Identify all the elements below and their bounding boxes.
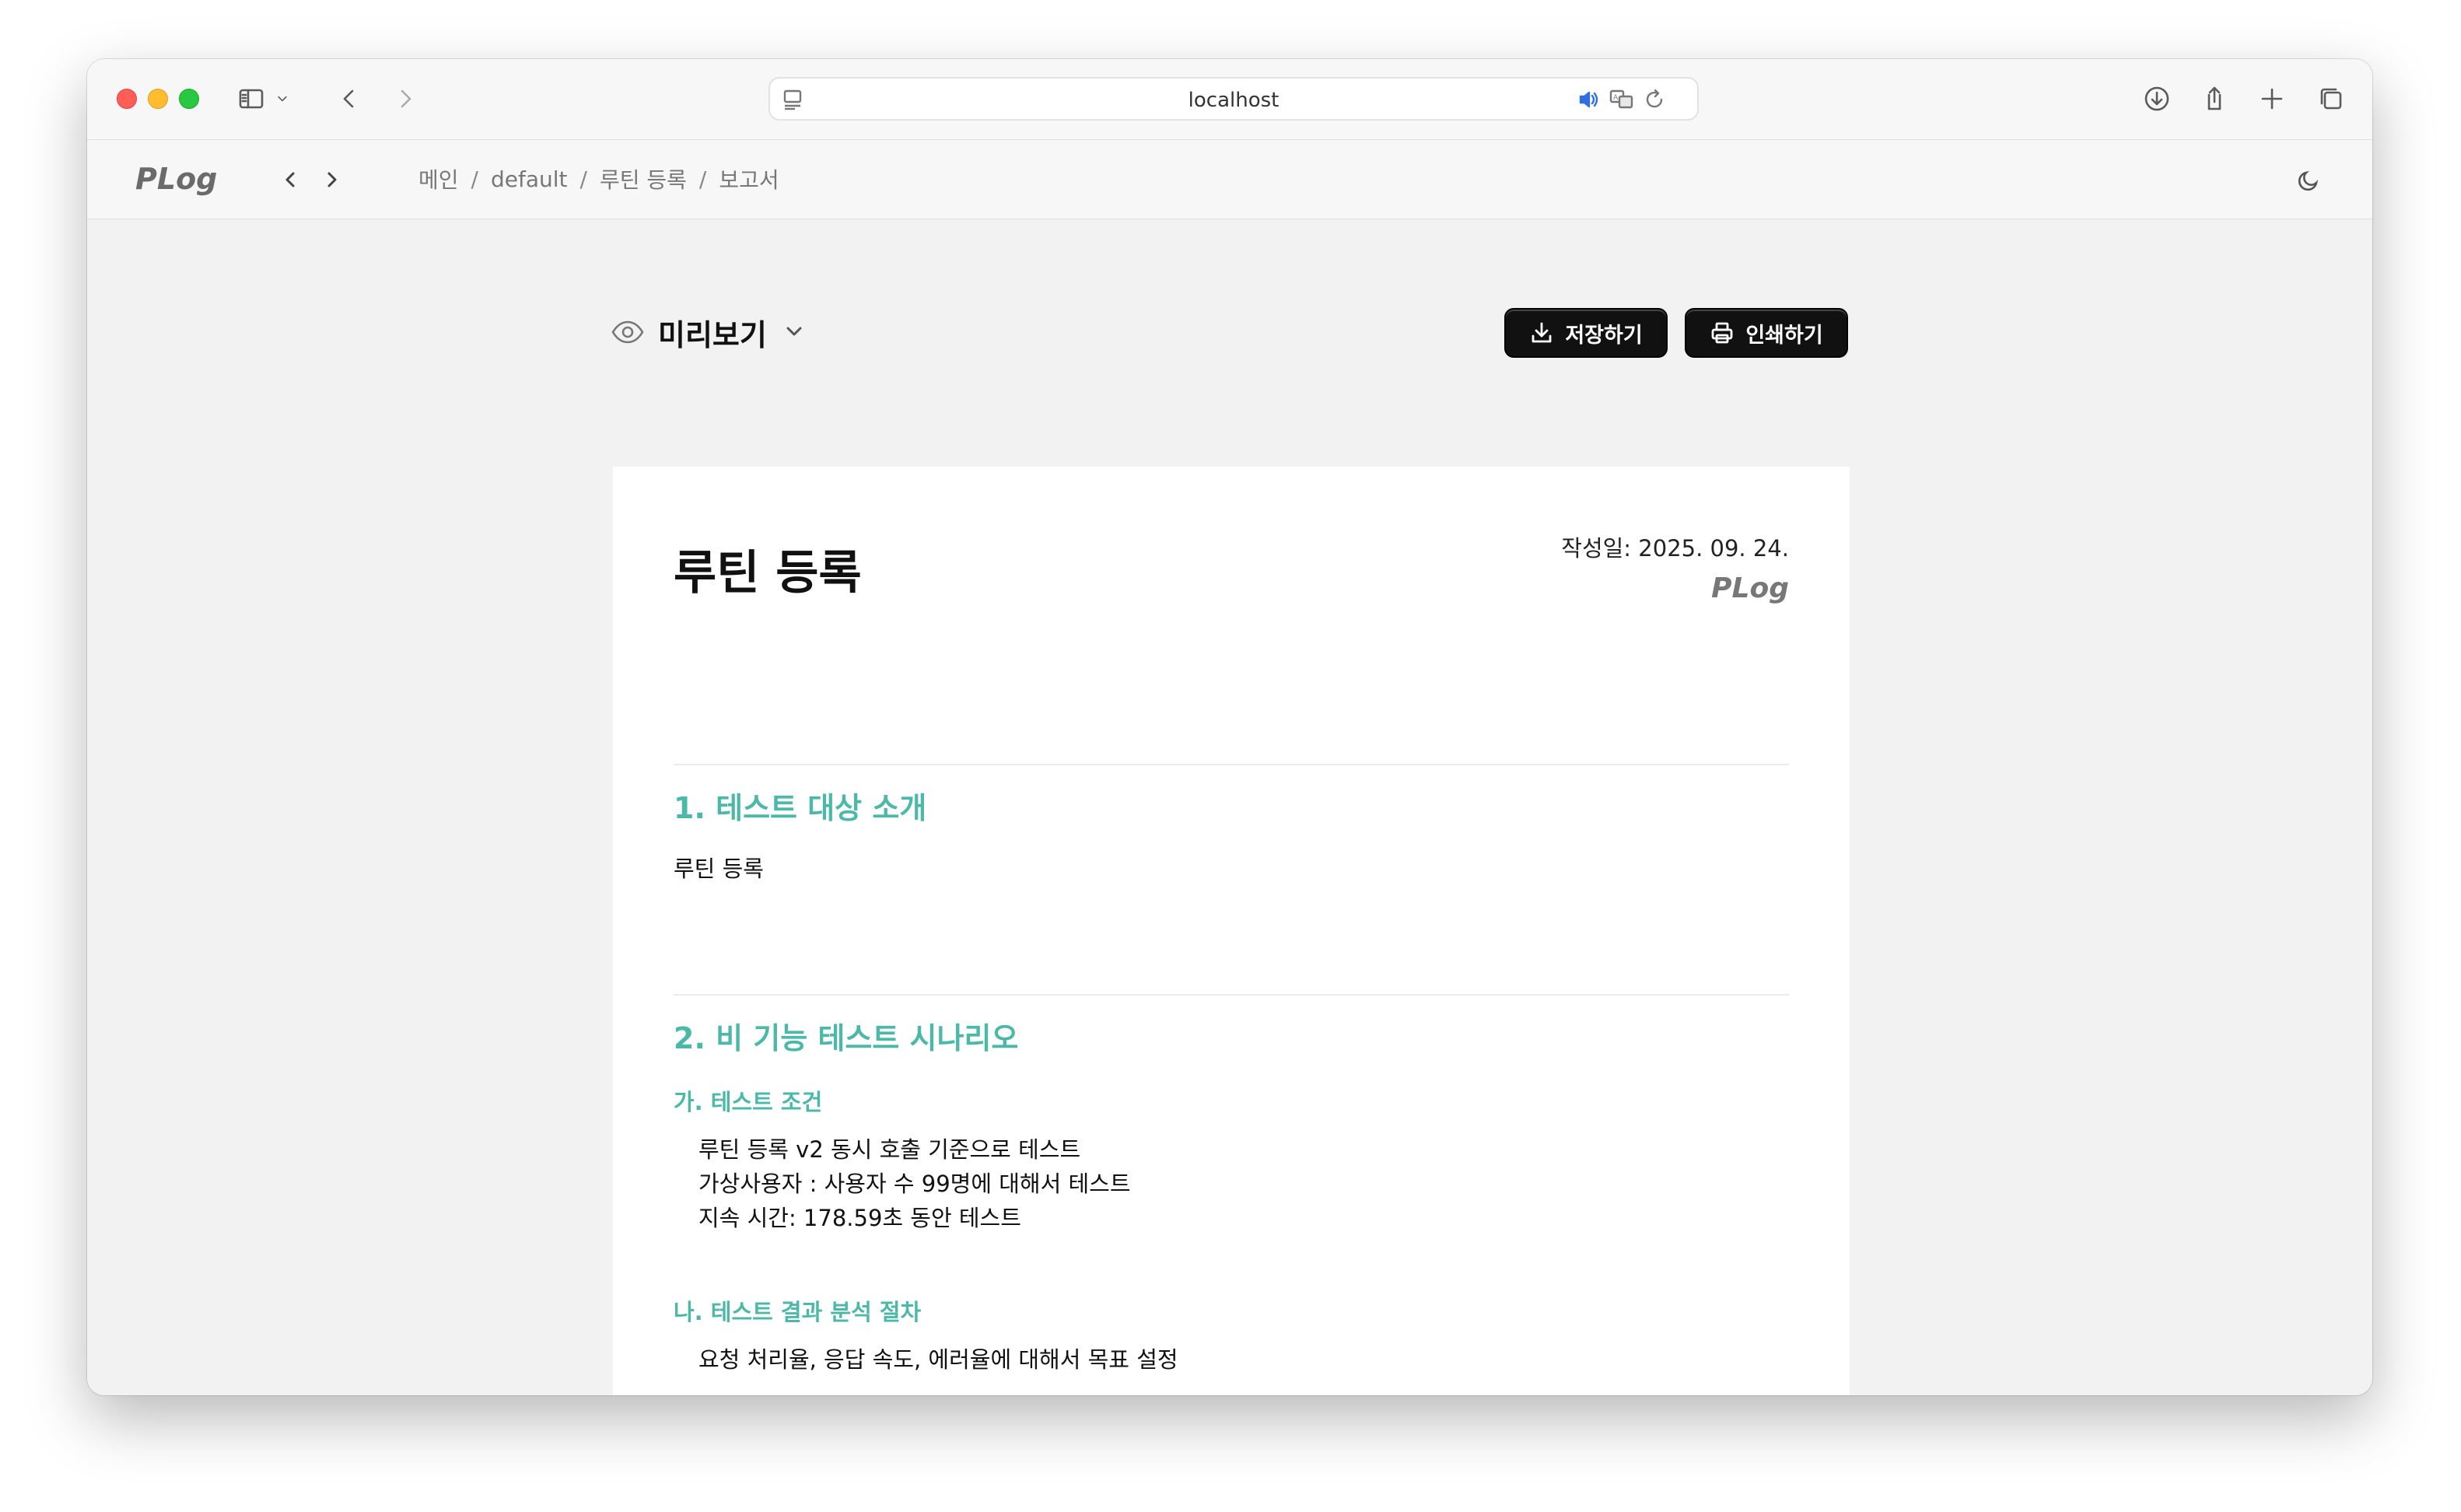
printer-icon — [1711, 322, 1733, 344]
save-button[interactable]: 저장하기 — [1504, 308, 1668, 358]
browser-toolbar: localhost A — [87, 59, 2372, 140]
section-divider — [674, 994, 1789, 996]
reload-icon[interactable] — [1641, 86, 1668, 113]
speaker-icon[interactable] — [1576, 86, 1602, 113]
nav-forward-icon[interactable] — [319, 166, 345, 193]
report-document: 루틴 등록 작성일: 2025. 09. 24. PLog 1. 테스트 대상 … — [613, 467, 1850, 1395]
list-item: 요청 처리율, 응답 속도, 에러율에 대해서 목표 설정 — [698, 1346, 1178, 1373]
list-item: 가상사용자 : 사용자 수 99명에 대해서 테스트 — [698, 1171, 1131, 1197]
preview-dropdown[interactable]: 미리보기 — [610, 311, 810, 354]
breadcrumb-separator: / — [579, 166, 587, 192]
main-content: 미리보기 저장하기 인쇄하기 루틴 등록 작성일: 2025. 09. 24. … — [87, 219, 2372, 1395]
print-button-label: 인쇄하기 — [1745, 323, 1823, 348]
preview-label: 미리보기 — [658, 318, 767, 352]
sidebar-icon[interactable] — [232, 79, 271, 118]
minimize-window-button[interactable] — [148, 89, 168, 109]
share-icon[interactable] — [2195, 79, 2234, 118]
breadcrumb-separator: / — [471, 166, 478, 192]
breadcrumb-separator: / — [698, 166, 707, 192]
report-date: 작성일: 2025. 09. 24. — [1561, 535, 1789, 562]
back-icon[interactable] — [330, 79, 369, 118]
analysis-list: 요청 처리율, 응답 속도, 에러율에 대해서 목표 설정 — [698, 1342, 1178, 1377]
eye-icon — [610, 314, 647, 352]
chevron-down-icon[interactable] — [271, 79, 294, 118]
section-title-1: 1. 테스트 대상 소개 — [674, 791, 927, 825]
subsection-title-conditions: 가. 테스트 조건 — [674, 1089, 823, 1115]
chevron-down-icon — [781, 318, 810, 348]
conditions-list: 루틴 등록 v2 동시 호출 기준으로 테스트 가상사용자 : 사용자 수 99… — [698, 1132, 1131, 1235]
breadcrumb-item-report[interactable]: 보고서 — [719, 163, 779, 194]
section-title-2: 2. 비 기능 테스트 시나리오 — [674, 1021, 1019, 1055]
svg-text:A: A — [1613, 94, 1619, 102]
address-bar[interactable]: localhost A — [768, 77, 1699, 121]
breadcrumb-item-main[interactable]: 메인 — [418, 163, 459, 194]
moon-icon[interactable] — [2295, 166, 2326, 198]
list-item: 루틴 등록 v2 동시 호출 기준으로 테스트 — [698, 1136, 1081, 1163]
breadcrumb-item-routine[interactable]: 루틴 등록 — [600, 163, 687, 194]
app-logo[interactable]: PLog — [135, 162, 217, 196]
translate-icon[interactable]: A — [1609, 86, 1635, 113]
close-window-button[interactable] — [117, 89, 137, 109]
report-title: 루틴 등록 — [674, 546, 862, 600]
save-button-label: 저장하기 — [1565, 323, 1643, 348]
app-header: PLog 메인 / default / 루틴 등록 / 보고서 — [87, 140, 2372, 219]
subsection-title-analysis: 나. 테스트 결과 분석 절차 — [674, 1299, 922, 1325]
downloads-icon[interactable] — [2137, 79, 2176, 118]
print-button[interactable]: 인쇄하기 — [1685, 308, 1848, 358]
breadcrumb-item-default[interactable]: default — [491, 166, 568, 192]
url-text: localhost — [1188, 89, 1280, 112]
report-brand: PLog — [1711, 572, 1789, 604]
forward-icon[interactable] — [386, 79, 425, 118]
download-icon — [1532, 322, 1552, 343]
maximize-window-button[interactable] — [179, 89, 199, 109]
nav-back-icon[interactable] — [277, 166, 303, 193]
section-divider — [674, 764, 1789, 765]
tab-overview-icon[interactable] — [2312, 79, 2351, 118]
section-1-body: 루틴 등록 — [674, 856, 764, 882]
browser-window: localhost A PLog 메인 / default / 루틴 등록 / … — [87, 59, 2372, 1395]
new-tab-icon[interactable] — [2253, 79, 2291, 118]
list-item: 지속 시간: 178.59초 동안 테스트 — [698, 1205, 1021, 1231]
breadcrumb: 메인 / default / 루틴 등록 / 보고서 — [418, 163, 779, 194]
